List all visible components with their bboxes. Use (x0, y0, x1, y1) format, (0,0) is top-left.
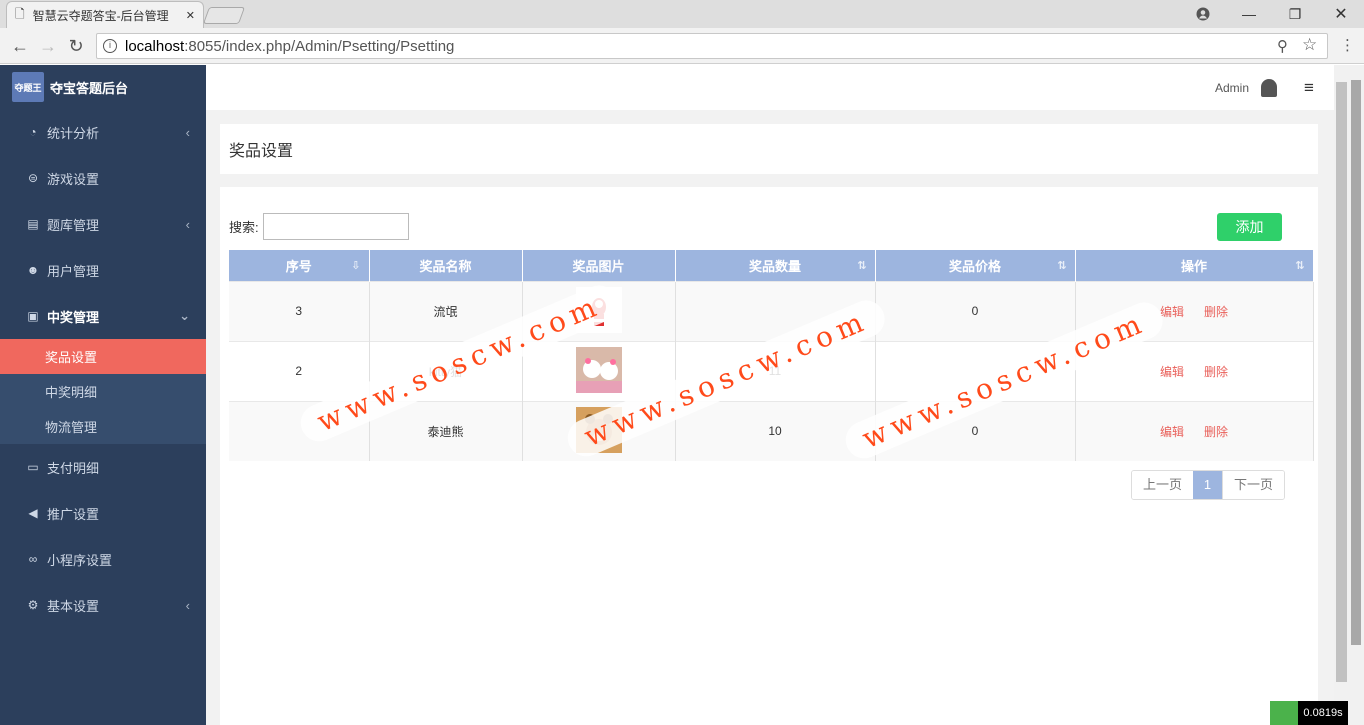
gamepad-icon: ⊜ (27, 171, 39, 185)
url-path: :8055/index.php/Admin/Psetting/Psetting (184, 37, 455, 55)
url-bar[interactable]: i localhost:8055/index.php/Admin/Psettin… (96, 33, 1328, 59)
cell-id: 3 (229, 280, 370, 341)
close-window-button[interactable]: ✕ (1318, 0, 1364, 28)
reload-icon[interactable]: ↻ (65, 35, 87, 57)
sort-icon[interactable]: ⇅ (857, 259, 866, 272)
username: Admin (1215, 81, 1250, 95)
sidebar-item[interactable]: ▣ 中奖管理 ⌄ (0, 293, 206, 339)
list-icon: ▤ (27, 217, 39, 231)
leaf-logo-icon (1270, 701, 1298, 725)
hamburger-menu-icon[interactable]: ≡ (1304, 78, 1314, 98)
edit-link[interactable]: 编辑 (1160, 425, 1184, 439)
sidebar-item-label: 推广设置 (47, 506, 100, 522)
user-menu[interactable]: Admin (1215, 76, 1278, 100)
sidebar-item[interactable]: ◔ 统计分析 ‹ (0, 109, 206, 155)
chevron-left-icon: ‹ (185, 124, 190, 140)
sidebar-item-label: 统计分析 (47, 125, 100, 141)
minimize-button[interactable]: — (1226, 0, 1272, 28)
brand-logo: 夺题王 (12, 72, 44, 102)
info-icon[interactable]: i (103, 39, 117, 53)
sort-icon[interactable]: ⇅ (1295, 259, 1304, 272)
cell-qty: 10 (675, 400, 876, 461)
sidebar-subitem[interactable]: 中奖明细 (0, 374, 206, 409)
award-icon: ▣ (27, 309, 39, 323)
page-icon: 🗋 (15, 7, 25, 21)
sidebar-subitem[interactable]: 物流管理 (0, 409, 206, 444)
brand-title: 夺宝答题后台 (50, 80, 129, 96)
sort-icon[interactable]: ⇅ (1057, 259, 1066, 272)
sidebar-item[interactable]: ∞ 小程序设置 (0, 536, 206, 582)
pie-chart-icon: ◔ (29, 125, 37, 139)
bookmark-star-icon[interactable]: ☆ (1302, 35, 1317, 55)
browser-menu-icon[interactable]: ⋮ (1340, 36, 1355, 54)
column-header-name: 奖品名称 (369, 250, 523, 281)
chevron-left-icon: ‹ (185, 597, 190, 613)
edit-link[interactable]: 编辑 (1160, 365, 1184, 379)
cell-price: 0 (875, 280, 1076, 341)
search-label: 搜索: (229, 220, 259, 235)
cell-actions: 编辑 删除 (1075, 400, 1314, 461)
column-header-image: 奖品图片 (522, 250, 676, 281)
sidebar-brand[interactable]: 夺题王 夺宝答题后台 (0, 65, 206, 109)
column-header-id[interactable]: 序号 ⇩ (229, 250, 370, 281)
sidebar-item[interactable]: ☻ 用户管理 (0, 247, 206, 293)
add-button[interactable]: 添加 (1217, 213, 1282, 241)
sidebar-item[interactable]: ⚙ 基本设置 ‹ (0, 582, 206, 628)
sidebar-item-label: 支付明细 (47, 460, 100, 476)
avatar[interactable] (1261, 79, 1278, 97)
timer-badge: 0.0819s (1298, 701, 1348, 725)
next-page-button[interactable]: 下一页 (1222, 471, 1285, 499)
page-title: 奖品设置 (220, 124, 1318, 174)
forward-arrow-icon[interactable]: → (37, 35, 59, 57)
sidebar-item-label: 中奖管理 (47, 309, 100, 325)
delete-link[interactable]: 删除 (1204, 425, 1228, 439)
user-icon: ☻ (26, 263, 40, 277)
sort-icon[interactable]: ⇩ (351, 259, 360, 272)
top-header (206, 65, 1334, 110)
back-arrow-icon[interactable]: ← (9, 35, 31, 57)
edit-link[interactable]: 编辑 (1160, 305, 1184, 319)
prize-image (575, 346, 622, 396)
credit-card-icon: ▭ (27, 460, 39, 474)
zoom-icon[interactable]: ⚲ (1277, 37, 1288, 55)
chevron-left-icon: ‹ (185, 216, 190, 232)
column-header-qty[interactable]: 奖品数量 ⇅ (675, 250, 876, 281)
sidebar-item[interactable]: ▤ 题库管理 ‹ (0, 201, 206, 247)
gear-icon: ⚙ (27, 598, 39, 612)
profile-icon[interactable] (1180, 0, 1226, 28)
tab-title: 智慧云夺题答宝-后台管理 (32, 9, 169, 23)
delete-link[interactable]: 删除 (1204, 305, 1228, 319)
url-host: localhost (125, 37, 185, 55)
sidebar-item-label: 小程序设置 (47, 552, 113, 568)
sidebar-item-label: 用户管理 (47, 263, 100, 279)
chevron-down-icon: ⌄ (179, 308, 190, 323)
sidebar-item[interactable]: ⊜ 游戏设置 (0, 155, 206, 201)
sidebar-item-label: 基本设置 (47, 598, 100, 614)
sidebar-subitem[interactable]: 奖品设置 (0, 339, 206, 374)
sidebar-item-label: 题库管理 (47, 217, 100, 233)
delete-link[interactable]: 删除 (1204, 365, 1228, 379)
pagination: 上一页 1 下一页 (1131, 470, 1286, 500)
sidebar-item-label: 游戏设置 (47, 171, 100, 187)
sidebar-item[interactable]: ▭ 支付明细 (0, 444, 206, 490)
sidebar-item[interactable]: ◀ 推广设置 (0, 490, 206, 536)
new-tab-button[interactable] (202, 7, 246, 24)
tab-close-icon[interactable]: ✕ (186, 9, 195, 22)
browser-scrollbar-thumb[interactable] (1351, 80, 1361, 645)
browser-tab[interactable]: 🗋 智慧云夺题答宝-后台管理 ✕ (6, 1, 204, 29)
megaphone-icon: ◀ (28, 506, 38, 520)
page-number-1[interactable]: 1 (1193, 471, 1223, 499)
restore-button[interactable]: ❐ (1272, 0, 1318, 28)
page-scrollbar-thumb[interactable] (1336, 82, 1347, 682)
link-icon: ∞ (28, 552, 38, 566)
column-header-price[interactable]: 奖品价格 ⇅ (875, 250, 1076, 281)
column-header-actions[interactable]: 操作 ⇅ (1075, 250, 1314, 281)
search-input[interactable] (263, 213, 409, 240)
prev-page-button[interactable]: 上一页 (1132, 471, 1194, 499)
